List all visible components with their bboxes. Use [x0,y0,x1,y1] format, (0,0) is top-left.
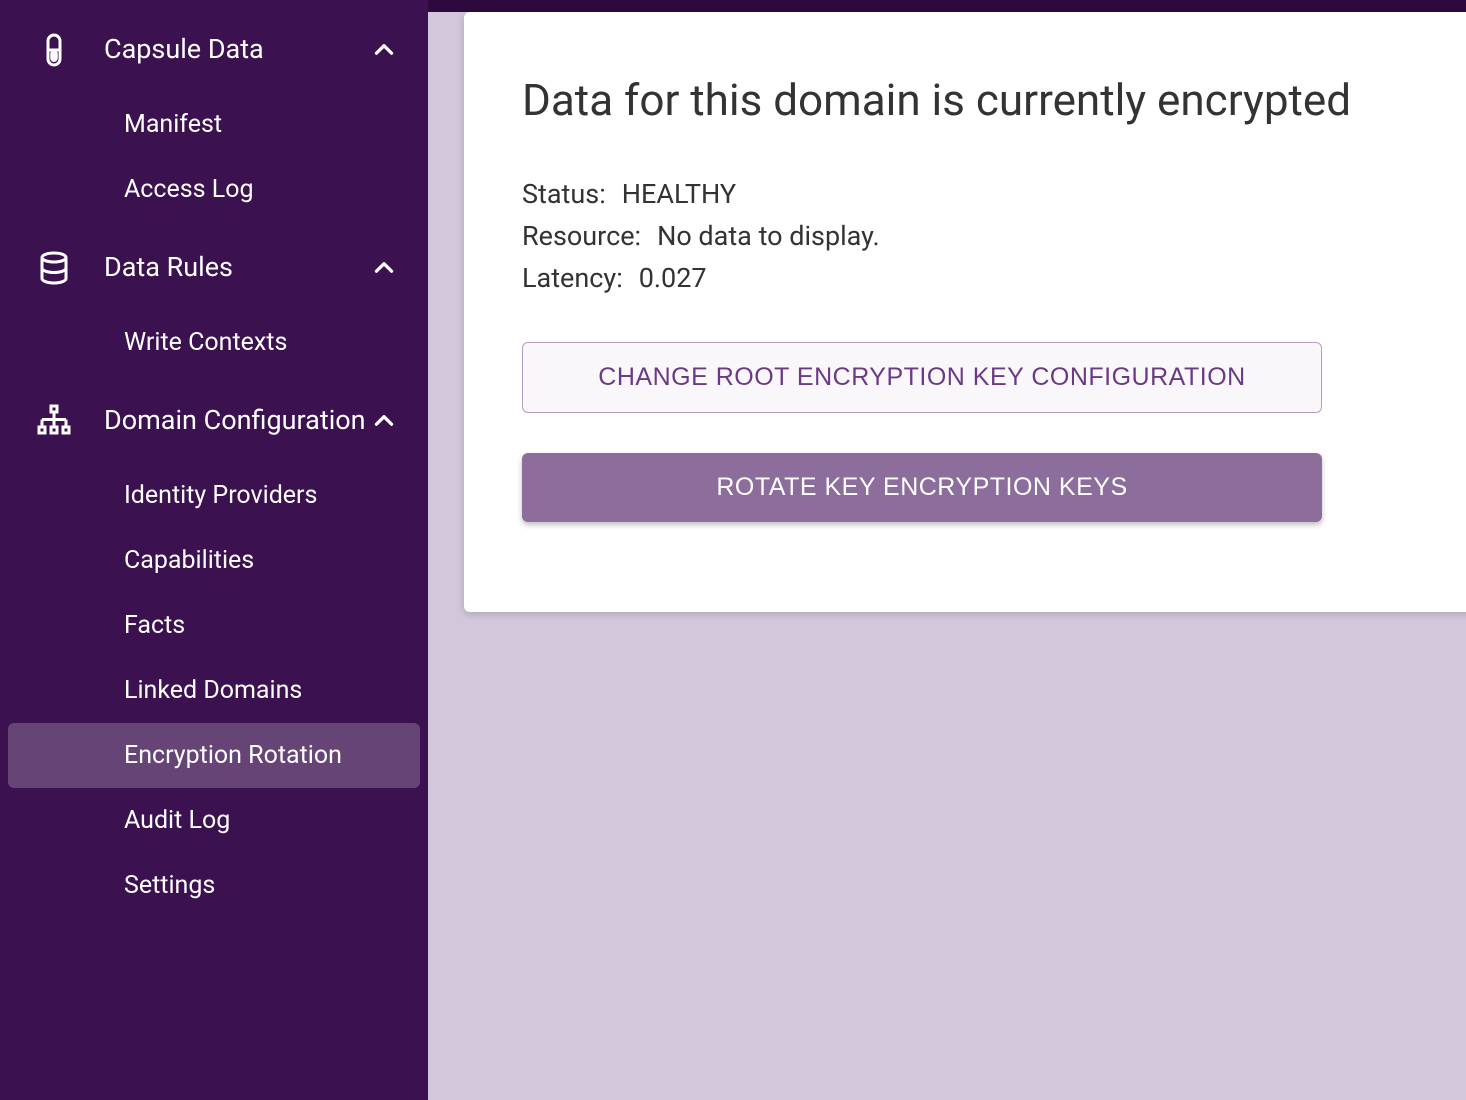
sidebar-item-settings[interactable]: Settings [8,853,420,918]
chevron-up-icon [370,37,398,63]
chevron-up-icon [370,408,398,434]
encryption-status-card: Data for this domain is currently encryp… [464,12,1466,612]
sidebar-item-write-contexts[interactable]: Write Contexts [8,310,420,375]
sidebar-section-data-rules: Data Rules Write Contexts [0,232,428,385]
app-root: Capsule Data Manifest Access Log Data Ru… [0,0,1466,1100]
sitemap-icon [36,403,84,439]
sidebar-sublist-data-rules: Write Contexts [0,304,428,385]
sidebar-header-data-rules[interactable]: Data Rules [0,232,428,304]
latency-value: 0.027 [639,262,707,294]
latency-row: Latency 0.027 [522,262,1466,294]
sidebar-item-facts[interactable]: Facts [8,593,420,658]
sidebar-item-capabilities[interactable]: Capabilities [8,528,420,593]
chevron-up-icon [370,255,398,281]
sidebar-item-access-log[interactable]: Access Log [8,157,420,222]
sidebar: Capsule Data Manifest Access Log Data Ru… [0,0,428,1100]
sidebar-item-audit-log[interactable]: Audit Log [8,788,420,853]
status-label: Status [522,178,606,210]
resource-value: No data to display. [657,220,880,252]
sidebar-item-manifest[interactable]: Manifest [8,92,420,157]
sidebar-item-linked-domains[interactable]: Linked Domains [8,658,420,723]
sidebar-item-identity-providers[interactable]: Identity Providers [8,463,420,528]
resource-label: Resource [522,220,641,252]
sidebar-header-domain-configuration[interactable]: Domain Configuration [0,385,428,457]
status-value: HEALTHY [622,178,736,210]
rotate-keys-button[interactable]: Rotate key encryption keys [522,453,1322,522]
database-icon [36,250,84,286]
sidebar-sublist-capsule-data: Manifest Access Log [0,86,428,232]
resource-row: Resource No data to display. [522,220,1466,252]
latency-label: Latency [522,262,623,294]
status-row: Status HEALTHY [522,178,1466,210]
sidebar-header-label: Capsule Data [84,33,370,67]
main-area: Data for this domain is currently encryp… [428,0,1466,1100]
sidebar-item-encryption-rotation[interactable]: Encryption Rotation [8,723,420,788]
sidebar-header-label: Domain Configuration [84,404,370,438]
capsule-icon [36,32,84,68]
sidebar-header-label: Data Rules [84,251,370,285]
sidebar-section-domain-configuration: Domain Configuration Identity Providers … [0,385,428,928]
sidebar-header-capsule-data[interactable]: Capsule Data [0,14,428,86]
sidebar-section-capsule-data: Capsule Data Manifest Access Log [0,14,428,232]
change-root-key-button[interactable]: Change root encryption key configuration [522,342,1322,413]
card-title: Data for this domain is currently encryp… [522,74,1466,126]
sidebar-sublist-domain-configuration: Identity Providers Capabilities Facts Li… [0,457,428,928]
status-list: Status HEALTHY Resource No data to displ… [522,178,1466,294]
